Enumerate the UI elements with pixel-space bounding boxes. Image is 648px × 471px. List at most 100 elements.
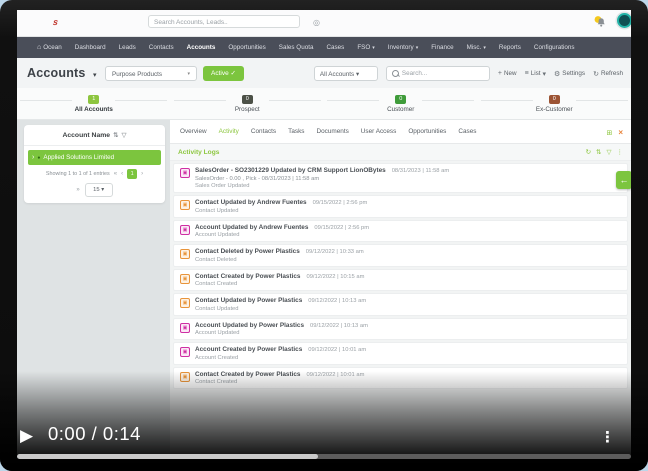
activity-row-body: Account Updated by Power Plastics 09/12/…	[195, 322, 368, 337]
account-name-header: Account Name	[62, 132, 110, 139]
nav-item[interactable]: Reports	[499, 44, 521, 51]
plus-icon: +	[498, 70, 502, 77]
nav-item[interactable]: Sales Quota	[279, 44, 314, 51]
first-page-button[interactable]: «	[114, 171, 117, 177]
search-target-icon[interactable]: ◎	[313, 18, 320, 27]
activity-date: 09/12/2022 | 10:13 am	[308, 298, 366, 304]
activity-row[interactable]: ▣ Account Updated by Power Plastics 09/1…	[173, 318, 628, 341]
player-menu-button[interactable]: ⋮	[600, 430, 615, 445]
more-icon[interactable]: ⋮	[617, 148, 624, 156]
status-tab[interactable]: 1 All Accounts	[17, 88, 171, 119]
global-search-input[interactable]: Search Accounts, Leads..	[148, 15, 300, 28]
record-filter-select[interactable]: Purpose Products ▾	[105, 66, 197, 81]
status-tab-label: All Accounts	[75, 106, 113, 113]
user-avatar[interactable]	[617, 13, 631, 28]
record-type-icon: ▣	[180, 200, 190, 210]
activity-subtitle: Account Updated	[195, 232, 369, 238]
activity-title: SalesOrder - SO2301229 Updated by CRM Su…	[195, 167, 386, 174]
status-tab[interactable]: 0 Ex-Customer	[478, 88, 632, 119]
detail-tab[interactable]: Documents	[316, 128, 348, 135]
activity-date: 08/31/2023 | 11:58 am	[392, 168, 449, 174]
nav-item[interactable]: Inventory ▾	[388, 44, 418, 51]
current-page-button[interactable]: 1	[127, 169, 137, 179]
nav-item[interactable]: Accounts	[187, 44, 216, 51]
nav-item-label: Leads	[119, 44, 136, 51]
account-row-selected[interactable]: › ● Applied Solutions Limited	[28, 150, 161, 165]
nav-item[interactable]: Finance	[431, 44, 453, 51]
status-tab-label: Prospect	[235, 106, 260, 113]
activity-row[interactable]: ▣ SalesOrder - SO2301229 Updated by CRM …	[173, 163, 628, 193]
nav-item[interactable]: ⌂ Ocean	[37, 44, 62, 51]
nav-item-label: Ocean	[43, 44, 62, 51]
filter-icon[interactable]: ▽	[607, 148, 612, 156]
showing-entries-text: Showing 1 to 1 of 1 entries	[46, 171, 110, 177]
settings-button[interactable]: ⚙ Settings	[554, 70, 585, 78]
activity-row[interactable]: ▣ Contact Updated by Andrew Fuentes 09/1…	[173, 195, 628, 218]
nav-item[interactable]: Configurations	[534, 44, 575, 51]
activity-subtitle: Contact Created	[195, 281, 364, 287]
activity-row[interactable]: ▣ Contact Updated by Power Plastics 09/1…	[173, 293, 628, 316]
activity-row[interactable]: ▣ Contact Deleted by Power Plastics 09/1…	[173, 244, 628, 267]
refresh-button[interactable]: ↻ Refresh	[593, 70, 623, 78]
detail-tab[interactable]: Contacts	[251, 128, 276, 135]
status-tabs: 1 All Accounts 0 Prospect 0 Customer	[17, 88, 631, 120]
activity-log-actions: ↻ ⇅ ▽ ⋮	[586, 148, 623, 156]
play-button[interactable]: ▶	[20, 427, 33, 444]
page-size-select[interactable]: 15 ▾	[85, 183, 113, 197]
nav-item[interactable]: Dashboard	[75, 44, 106, 51]
chevron-down-icon: ▾	[416, 45, 419, 51]
nav-item[interactable]: Misc. ▾	[467, 44, 486, 51]
list-search-input[interactable]: Search...	[386, 66, 490, 81]
refresh-icon[interactable]: ↻	[586, 148, 591, 156]
seek-bar[interactable]	[17, 454, 631, 459]
detail-tab[interactable]: User Access	[361, 128, 397, 135]
nav-item-label: Accounts	[187, 44, 216, 51]
prev-page-button[interactable]: ‹	[121, 171, 123, 177]
close-icon[interactable]: ×	[618, 128, 623, 137]
activity-row-body: Contact Deleted by Power Plastics 09/12/…	[195, 248, 364, 263]
new-button[interactable]: + New	[498, 70, 517, 77]
status-tab[interactable]: 0 Prospect	[171, 88, 325, 119]
nav-item[interactable]: Opportunities	[228, 44, 265, 51]
chevron-down-icon: ▾	[372, 45, 375, 51]
last-page-button[interactable]: »	[76, 187, 79, 193]
activity-row[interactable]: ▣ Account Created by Power Plastics 09/1…	[173, 342, 628, 365]
sort-icon[interactable]: ⇅	[113, 131, 118, 139]
nav-item[interactable]: FSO ▾	[357, 44, 374, 51]
active-label: Active	[211, 70, 229, 77]
active-status-button[interactable]: Active ✓	[203, 66, 244, 81]
activity-row[interactable]: ▣ Account Updated by Andrew Fuentes 09/1…	[173, 220, 628, 243]
filter-icon[interactable]: ▽	[122, 131, 127, 139]
record-type-icon: ▣	[180, 323, 190, 333]
header-toolbar: All Accounts ▾ Search... + New ≡ List	[314, 66, 623, 81]
nav-item[interactable]: Leads	[119, 44, 136, 51]
nav-item[interactable]: Cases	[326, 44, 344, 51]
nav-item-label: Finance	[431, 44, 453, 51]
notification-bell-icon[interactable]	[593, 15, 607, 29]
activity-row[interactable]: ▣ Contact Created by Power Plastics 09/1…	[173, 269, 628, 292]
title-caret-icon[interactable]: ▾	[93, 71, 97, 79]
collapse-panel-button[interactable]: ←	[616, 171, 631, 189]
detail-tab[interactable]: Cases	[458, 128, 476, 135]
expand-icon[interactable]: ⊞	[606, 129, 612, 137]
next-page-button[interactable]: ›	[141, 171, 143, 177]
detail-tab[interactable]: Activity	[219, 128, 239, 135]
nav-item[interactable]: Contacts	[149, 44, 174, 51]
list-view-button[interactable]: ≡ List ▾	[525, 70, 546, 78]
view-select[interactable]: All Accounts ▾	[314, 66, 378, 81]
activity-subtitle: Account Created	[195, 355, 366, 361]
detail-tab[interactable]: Overview	[180, 128, 207, 135]
chevron-down-icon: ▾	[101, 187, 104, 193]
page-title: Accounts	[27, 66, 86, 80]
activity-title: Account Created by Power Plastics	[195, 346, 302, 353]
status-tab[interactable]: 0 Customer	[324, 88, 478, 119]
status-tab-label: Customer	[387, 106, 414, 113]
status-count-badge: 0	[242, 95, 253, 104]
arrow-left-icon: ←	[620, 175, 629, 185]
sort-icon[interactable]: ⇅	[596, 148, 601, 156]
nav-item-label: Cases	[326, 44, 344, 51]
activity-logs-title: Activity Logs	[178, 149, 219, 156]
chevron-down-icon: ▾	[187, 67, 190, 82]
detail-tab[interactable]: Tasks	[288, 128, 304, 135]
detail-tab[interactable]: Opportunities	[408, 128, 446, 135]
